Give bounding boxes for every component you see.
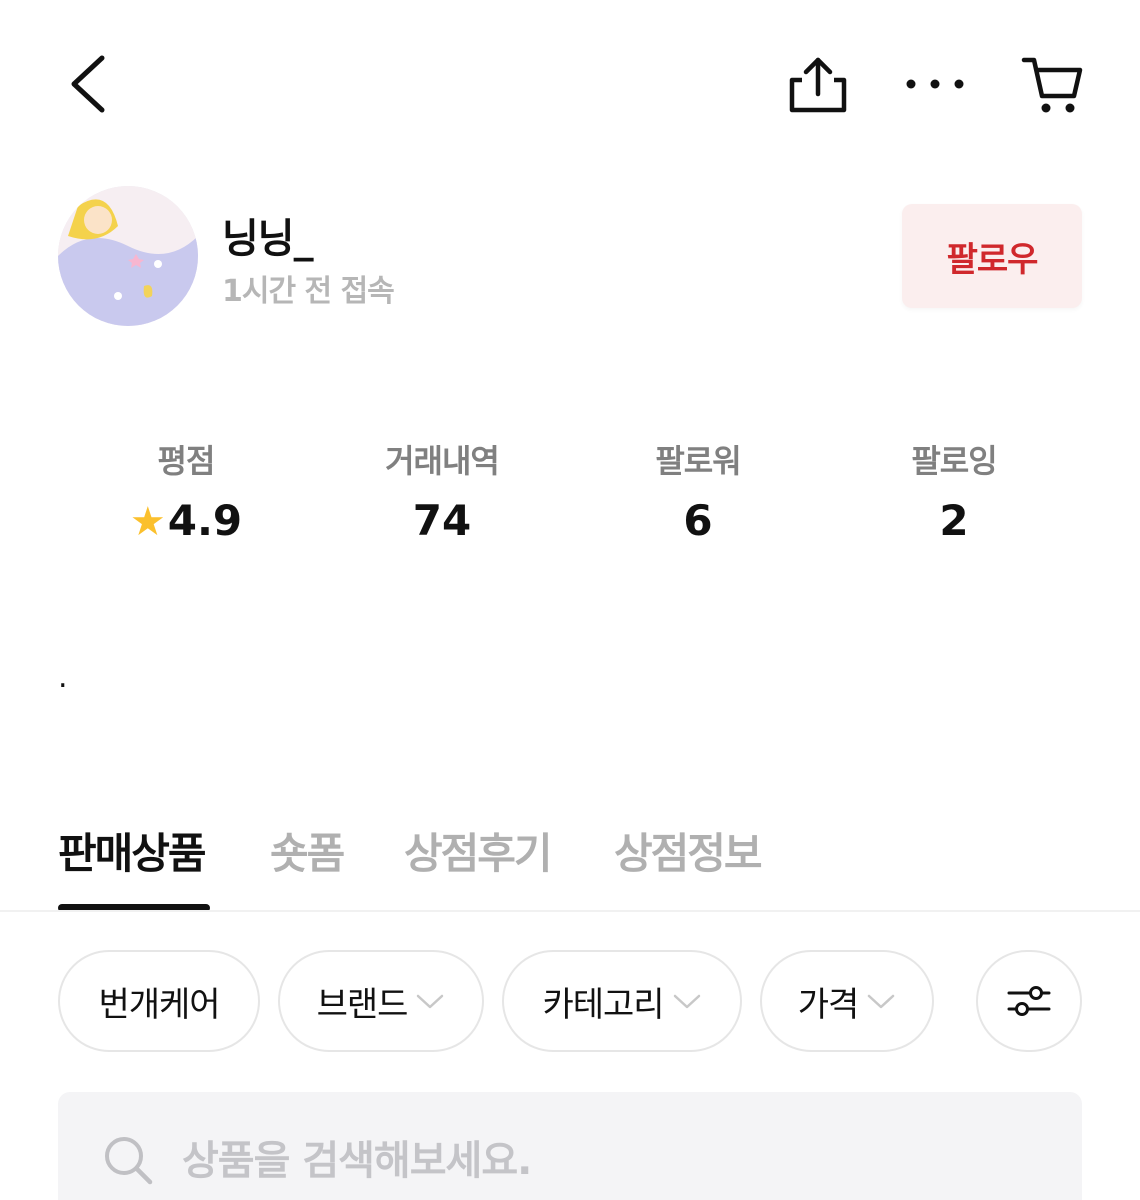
shop-bio: . [58,660,68,695]
cart-icon[interactable] [1020,54,1086,116]
last-seen-status: 1시간 전 접속 [222,274,395,309]
chip-label: 번개케어 [98,984,220,1025]
chip-label: 가격 [797,984,860,1025]
stat-value: ★4.9 [66,496,306,545]
chevron-down-icon [868,994,895,1009]
filter-chip-brand[interactable]: 브랜드 [278,950,484,1052]
avatar-illustration [58,186,198,326]
divider [0,910,1140,912]
stat-following[interactable]: 팔로잉 2 [834,436,1074,545]
chevron-down-icon [673,994,700,1009]
filter-chip-price[interactable]: 가격 [760,950,934,1052]
shop-profile-page: 닝닝_ 1시간 전 접속 팔로우 평점 ★4.9 거래내역 74 팔로워 6 팔… [0,0,1140,1200]
tab-for-sale[interactable]: 판매상품 [58,820,207,881]
nickname: 닝닝_ [222,216,314,262]
tab-shop-info[interactable]: 상점정보 [614,820,763,881]
stat-transactions[interactable]: 거래내역 74 [322,436,562,545]
chevron-left-icon[interactable] [62,52,118,116]
product-search-bar[interactable] [58,1092,1082,1200]
follow-button[interactable]: 팔로우 [902,204,1082,308]
star-icon: ★ [129,499,166,545]
tab-shortform[interactable]: 숏폼 [270,820,345,881]
stat-label: 팔로잉 [911,442,997,480]
filter-sliders-icon [1007,986,1051,1016]
stat-rating[interactable]: 평점 ★4.9 [66,436,306,545]
stat-value: 6 [683,496,713,545]
tab-shop-reviews[interactable]: 상점후기 [404,820,553,881]
search-icon [105,1137,153,1185]
share-icon[interactable] [786,54,850,116]
filter-chip-bungae-care[interactable]: 번개케어 [58,950,260,1052]
stat-value: 2 [939,496,969,545]
chevron-down-icon [417,994,444,1009]
more-horizontal-icon[interactable] [902,66,968,102]
stat-followers[interactable]: 팔로워 6 [578,436,818,545]
chip-label: 브랜드 [316,984,409,1025]
avatar[interactable] [58,186,198,326]
filter-chip-category[interactable]: 카테고리 [502,950,742,1052]
stat-label: 거래내역 [385,442,500,480]
stat-label: 팔로워 [655,442,741,480]
stat-value: 74 [412,496,472,545]
chip-label: 카테고리 [542,984,664,1025]
rating-value: 4.9 [167,496,243,545]
search-input[interactable] [180,1130,1044,1192]
stat-label: 평점 [157,442,216,480]
filter-settings-button[interactable] [976,950,1082,1052]
